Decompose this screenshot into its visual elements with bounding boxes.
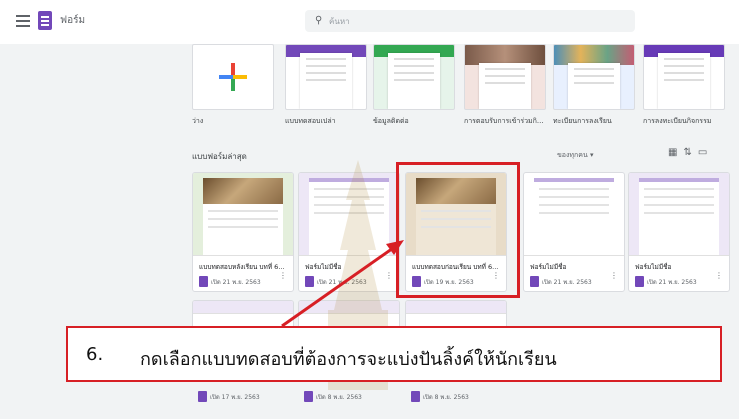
template-card[interactable] bbox=[464, 44, 546, 110]
instruction-callout: 6. กดเลือกแบบทดสอบที่ต้องการจะแบ่งปันลิ้… bbox=[66, 326, 722, 382]
template-contact-info[interactable]: ข้อมูลติดต่อ bbox=[373, 44, 455, 127]
template-gallery: ว่าง แบบทดสอบเปล่า ข้อมูลติดต่อ การตอบรั… bbox=[0, 44, 739, 144]
more-options-icon[interactable]: ⋮ bbox=[279, 271, 287, 280]
step-number: 6. bbox=[86, 344, 104, 365]
template-card[interactable] bbox=[643, 44, 725, 110]
search-bar[interactable]: ⚲ ค้นหา bbox=[305, 10, 635, 32]
forms-file-icon bbox=[198, 391, 207, 402]
form-date: เปิด 21 พ.ย. 2563 bbox=[211, 278, 261, 286]
app-title: ฟอร์ม bbox=[60, 15, 86, 26]
template-sheet bbox=[300, 53, 352, 109]
recent-form-meta: ฟอร์มไม่มีชื่อ เปิด 17 พ.ย. 2563 bbox=[198, 375, 260, 406]
template-blank[interactable]: ว่าง bbox=[192, 44, 274, 127]
template-course-signup[interactable]: ทะเบียนการลงเรียน bbox=[553, 44, 635, 127]
template-label: การลงทะเบียนกิจกรรม bbox=[643, 117, 712, 125]
search-input[interactable]: ค้นหา bbox=[329, 15, 350, 28]
forms-file-icon bbox=[305, 276, 314, 287]
template-card[interactable] bbox=[285, 44, 367, 110]
sort-icon[interactable]: ⇅ bbox=[683, 147, 697, 158]
form-date: เปิด 17 พ.ย. 2563 bbox=[210, 393, 260, 401]
forms-file-icon bbox=[635, 276, 644, 287]
form-date: เปิด 21 พ.ย. 2563 bbox=[647, 278, 697, 286]
plus-icon bbox=[193, 45, 273, 109]
recent-form-card[interactable]: แบบทดสอบหลังเรียน บทที่ 6... เปิด 21 พ.ย… bbox=[192, 172, 294, 292]
template-label: แบบทดสอบเปล่า bbox=[285, 117, 336, 125]
top-bar: ฟอร์ม ⚲ ค้นหา bbox=[0, 0, 739, 45]
search-icon[interactable]: ⚲ bbox=[315, 15, 322, 26]
forms-file-icon bbox=[411, 391, 420, 402]
template-card[interactable] bbox=[553, 44, 635, 110]
template-sheet bbox=[479, 63, 531, 109]
recent-form-card[interactable]: ฟอร์มไม่มีชื่อ เปิด 21 พ.ย. 2563 ⋮ bbox=[523, 172, 625, 292]
template-event-registration[interactable]: การลงทะเบียนกิจกรรม bbox=[643, 44, 725, 127]
form-banner-image bbox=[203, 178, 283, 204]
forms-file-icon bbox=[304, 391, 313, 402]
instruction-text: กดเลือกแบบทดสอบที่ต้องการจะแบ่งปันลิ้งค์… bbox=[140, 349, 557, 370]
form-thumbnail bbox=[524, 173, 624, 256]
form-thumbnail bbox=[629, 173, 729, 256]
grid-view-icon[interactable]: ▦ bbox=[668, 147, 683, 158]
template-sheet bbox=[658, 53, 710, 109]
template-photo bbox=[554, 45, 634, 65]
form-date: เปิด 21 พ.ย. 2563 bbox=[542, 278, 592, 286]
owner-filter-dropdown[interactable]: ของทุกคน ▾ bbox=[557, 150, 593, 161]
forms-file-icon bbox=[530, 276, 539, 287]
main-menu-icon[interactable] bbox=[16, 15, 30, 27]
recent-form-card[interactable]: ฟอร์มไม่มีชื่อ เปิด 21 พ.ย. 2563 ⋮ bbox=[628, 172, 730, 292]
template-blank-quiz[interactable]: แบบทดสอบเปล่า bbox=[285, 44, 367, 127]
template-photo bbox=[465, 45, 545, 65]
template-label: ว่าง bbox=[192, 117, 204, 125]
selected-form-highlight bbox=[396, 162, 520, 298]
view-toggle-icons[interactable]: ▦⇅▭ bbox=[668, 147, 713, 158]
template-card[interactable] bbox=[373, 44, 455, 110]
more-options-icon[interactable]: ⋮ bbox=[610, 271, 618, 280]
recent-forms-heading: แบบฟอร์มล่าสุด bbox=[192, 152, 247, 161]
template-event-rsvp[interactable]: การตอบรับการเข้าร่วมกิ... bbox=[464, 44, 546, 127]
folder-icon[interactable]: ▭ bbox=[698, 147, 713, 158]
form-date: เปิด 8 พ.ย. 2563 bbox=[423, 393, 469, 401]
forms-logo-icon bbox=[38, 11, 52, 30]
template-label: ข้อมูลติดต่อ bbox=[373, 117, 409, 125]
template-sheet bbox=[568, 63, 620, 109]
form-thumbnail bbox=[193, 173, 293, 256]
template-label: การตอบรับการเข้าร่วมกิ... bbox=[464, 117, 544, 125]
template-card[interactable] bbox=[192, 44, 274, 110]
recent-form-meta: ฟอร์มไม่มีชื่อ เปิด 8 พ.ย. 2563 bbox=[411, 375, 469, 406]
forms-file-icon bbox=[199, 276, 208, 287]
template-sheet bbox=[388, 53, 440, 109]
more-options-icon[interactable]: ⋮ bbox=[715, 271, 723, 280]
template-label: ทะเบียนการลงเรียน bbox=[553, 117, 612, 125]
